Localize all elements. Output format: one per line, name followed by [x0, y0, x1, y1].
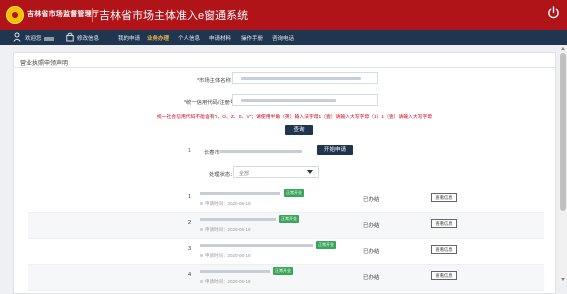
status-filter-label: 处理状态：	[209, 172, 236, 178]
entity-name-input[interactable]	[232, 72, 378, 84]
masked-record-name	[200, 270, 270, 273]
clock-icon	[200, 228, 203, 232]
nav-materials[interactable]: 申请材料	[209, 34, 231, 42]
status-filter-value: 全部	[239, 171, 250, 177]
record-row: 3 正常开业 申请时间：2020-06-19 已办结 查看信息	[28, 239, 544, 265]
record-index: 4	[188, 272, 192, 278]
header-divider	[92, 8, 93, 22]
masked-credit-code	[241, 99, 336, 102]
start-application-button[interactable]: 开始申请	[317, 145, 353, 155]
scroll-thumb[interactable]	[560, 53, 566, 211]
status-badge: 正常开业	[284, 189, 304, 197]
view-info-button[interactable]: 查看信息	[431, 193, 457, 202]
edit-info-icon	[66, 32, 74, 42]
panel-divider	[14, 67, 555, 68]
record-status: 已办结	[363, 197, 380, 203]
emblem-icon	[6, 6, 24, 24]
view-info-button[interactable]: 查看信息	[431, 271, 457, 280]
record-index: 1	[188, 194, 192, 200]
status-badge: 正常开业	[316, 241, 336, 249]
masked-entity-name	[241, 77, 361, 80]
record-status: 已办结	[363, 249, 380, 255]
query-button[interactable]: 查询	[285, 125, 313, 135]
app-title: 吉林省市场主体准入e窗通系统	[99, 10, 249, 22]
nav-edit-info[interactable]: 修改信息	[77, 34, 99, 42]
user-icon	[13, 32, 21, 42]
nav-manual[interactable]: 操作手册	[241, 34, 263, 42]
record-date: 申请时间：2020-06-19	[200, 253, 251, 259]
status-badge: 正常开业	[273, 267, 293, 275]
record-index: 3	[188, 246, 192, 252]
record-index: 2	[188, 220, 192, 226]
record-date: 申请时间：2020-06-19	[200, 279, 251, 285]
view-info-button[interactable]: 查看信息	[431, 245, 457, 254]
result-location: 长春市	[204, 150, 220, 156]
nav-personal-info[interactable]: 个人信息	[178, 34, 200, 42]
org-name: 吉林省市场监督管理厅	[27, 11, 99, 18]
record-status: 已办结	[363, 275, 380, 281]
nav-my-applications[interactable]: 我的申请	[118, 34, 140, 42]
result-index: 1	[188, 148, 191, 154]
top-nav: 欢迎您 修改信息 我的申请 业务办理 个人信息 申请材料 操作手册 咨询电话	[0, 30, 567, 45]
clock-icon	[200, 254, 203, 258]
masked-username	[43, 36, 54, 41]
credit-code-input[interactable]	[232, 94, 378, 106]
nav-business[interactable]: 业务办理	[147, 34, 169, 42]
record-row: 4 正常开业 申请时间：2020-06-19 已办结 查看信息	[28, 265, 544, 291]
view-info-button[interactable]: 查看信息	[431, 219, 457, 228]
masked-result-text	[220, 150, 302, 153]
record-date: 申请时间：2020-06-19	[200, 201, 251, 207]
record-row: 1 正常开业 申请时间：2020-06-19 已办结 查看信息	[28, 187, 544, 213]
credit-code-hint: 统一社会信用代码不能含有“I、O、Z、S、V”；请使用半角（英）输入法字母1（壹…	[157, 115, 433, 120]
panel-title: 营业执照申领声明	[20, 61, 69, 67]
masked-record-name	[200, 244, 313, 247]
record-date: 申请时间：2020-06-19	[200, 227, 251, 233]
welcome-text: 欢迎您	[25, 34, 54, 42]
masked-record-name	[200, 218, 276, 221]
license-panel: 营业执照申领声明 *市场主体名称： *统一信用代码/注册号： 统一社会信用代码不…	[13, 52, 556, 294]
record-status: 已办结	[363, 223, 380, 229]
record-row: 2 正常开业 申请时间：2020-06-19 已办结 查看信息	[28, 213, 544, 239]
status-badge: 正常开业	[279, 215, 299, 223]
masked-record-name	[200, 192, 280, 195]
nav-hotline[interactable]: 咨询电话	[272, 34, 294, 42]
scroll-down-icon[interactable]	[561, 278, 565, 281]
dropdown-caret-icon	[307, 170, 313, 174]
power-icon[interactable]	[547, 6, 560, 19]
page-scrollbar[interactable]	[559, 45, 567, 283]
scroll-up-icon[interactable]	[561, 47, 565, 50]
clock-icon	[200, 202, 203, 206]
status-filter-select[interactable]: 全部	[233, 166, 319, 178]
entity-name-label: *市场主体名称：	[197, 78, 237, 84]
app-header: 吉林省市场监督管理厅 吉林省市场主体准入e窗通系统	[0, 0, 567, 30]
